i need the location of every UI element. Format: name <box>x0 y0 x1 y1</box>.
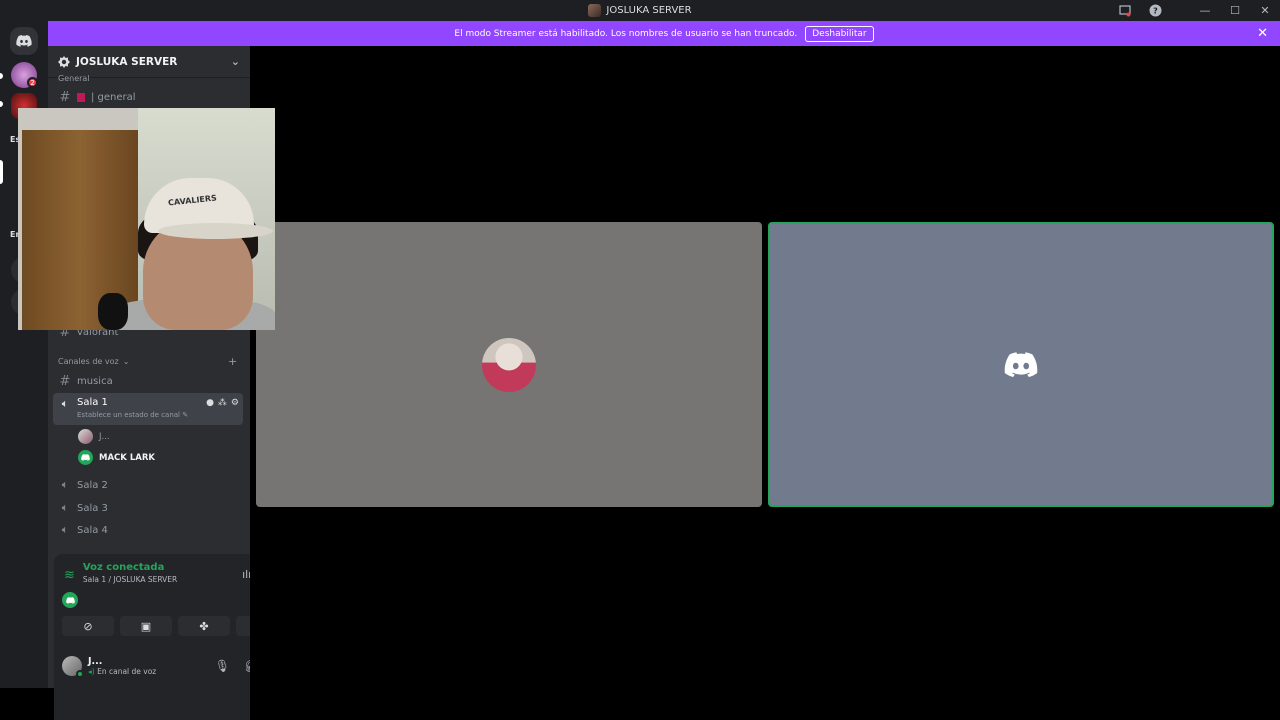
title-bar: JOSLUKA SERVER ? — ☐ ✕ <box>0 0 1280 21</box>
voice-channel-sala-4[interactable]: 🔈︎ Sala 4 <box>53 520 243 540</box>
activities-button[interactable]: ✤ <box>178 616 230 636</box>
user-status-text: En canal de voz <box>97 667 157 676</box>
maximize-icon[interactable]: ☐ <box>1220 0 1250 21</box>
invite-icon[interactable]: ⁂ <box>218 398 227 408</box>
voice-channel-sala-1[interactable]: 🔈︎ Sala 1 Establece un estado de canal ✎… <box>53 393 243 425</box>
help-icon[interactable]: ? <box>1140 0 1170 21</box>
avatar <box>78 429 93 444</box>
discord-logo-icon <box>16 35 32 47</box>
window-title: JOSLUKA SERVER <box>588 4 692 17</box>
channel-general-label: | general <box>91 91 136 103</box>
chat-icon[interactable]: ● <box>206 398 214 408</box>
hash-icon: # <box>59 89 71 105</box>
inbox-icon[interactable] <box>1110 0 1140 21</box>
participant-tile[interactable] <box>256 222 762 507</box>
pencil-icon: ✎ <box>182 411 189 419</box>
username: J... <box>88 656 103 667</box>
speaker-icon: 🔈︎ <box>61 478 69 491</box>
channel-musica[interactable]: # musica <box>53 371 243 391</box>
mention-badge: 2 <box>27 77 38 88</box>
voice-location[interactable]: Sala 1 / JOSLUKA SERVER <box>83 575 177 584</box>
svg-text:?: ? <box>1153 7 1158 16</box>
streamer-mode-banner: El modo Streamer está habilitado. Los no… <box>48 21 1280 46</box>
voice-member[interactable]: J... <box>78 429 110 444</box>
channel-general[interactable]: # | general <box>53 87 243 107</box>
chevron-down-icon: ⌄ <box>122 357 130 366</box>
voice-channel-sala-1-label: Sala 1 <box>77 397 108 408</box>
participant-avatar <box>482 337 536 392</box>
channel-status-text: Establece un estado de canal <box>77 411 181 419</box>
selected-indicator <box>0 160 3 184</box>
webcam-cap-brim <box>158 223 273 239</box>
discord-logo-icon <box>1004 351 1038 377</box>
book-emoji-icon <box>77 92 85 102</box>
voice-channel-label: Sala 4 <box>77 524 108 536</box>
speaker-icon: 🔈︎ <box>61 397 69 410</box>
voice-channel-sala-2[interactable]: 🔈︎ Sala 2 <box>53 475 243 495</box>
add-channel-icon[interactable]: + <box>228 355 237 368</box>
voice-channel-label: Sala 3 <box>77 502 108 514</box>
member-name: J... <box>99 431 110 442</box>
category-voice-label: Canales de voz <box>58 357 119 366</box>
gear-icon[interactable]: ⚙ <box>231 398 239 408</box>
window-title-text: JOSLUKA SERVER <box>606 5 692 16</box>
category-general-label: General <box>58 74 90 83</box>
server-badge-icon <box>58 55 70 68</box>
close-window-icon[interactable]: ✕ <box>1250 0 1280 21</box>
close-banner-icon[interactable]: ✕ <box>1257 26 1268 41</box>
webcam-overlay: CAVALIERS <box>18 108 275 330</box>
chevron-down-icon: ⌄ <box>230 55 240 68</box>
voice-member[interactable]: MACK LARK <box>78 450 155 465</box>
unread-indicator <box>0 73 3 79</box>
server-name: JOSLUKA SERVER <box>76 55 178 68</box>
participant-tile-speaking[interactable] <box>768 222 1274 507</box>
voice-status[interactable]: Voz conectada <box>83 562 177 573</box>
activity-icon[interactable] <box>62 592 78 608</box>
member-name: MACK LARK <box>99 452 155 463</box>
category-voice[interactable]: Canales de voz ⌄ + <box>58 355 240 368</box>
voice-channel-label: Sala 2 <box>77 479 108 491</box>
webcam-microphone <box>98 293 128 330</box>
channel-musica-label: musica <box>77 375 113 387</box>
minimize-icon[interactable]: — <box>1190 0 1220 21</box>
category-general[interactable]: General <box>58 74 90 83</box>
voice-stage <box>250 46 1280 720</box>
speaker-icon: ◂) <box>88 667 95 676</box>
hash-icon: # <box>59 373 71 389</box>
speaker-icon: 🔈︎ <box>61 523 69 536</box>
online-status-dot <box>76 670 84 678</box>
banner-message: El modo Streamer está habilitado. Los no… <box>454 28 798 39</box>
discord-avatar-icon <box>78 450 93 465</box>
server-thumbnail <box>588 4 602 17</box>
microphone-icon[interactable]: 🎙︎ <box>215 659 230 673</box>
camera-off-button[interactable]: ⊘ <box>62 616 114 636</box>
speaker-icon: 🔈︎ <box>61 501 69 514</box>
screen-share-button[interactable]: ▣ <box>120 616 172 636</box>
channel-status-prompt[interactable]: Establece un estado de canal ✎ <box>77 411 188 419</box>
voice-channel-sala-3[interactable]: 🔈︎ Sala 3 <box>53 498 243 518</box>
unread-indicator-2 <box>0 101 3 107</box>
signal-icon[interactable]: ≋ <box>64 568 75 584</box>
user-avatar[interactable] <box>62 656 84 678</box>
home-button[interactable] <box>10 27 38 55</box>
disable-streamer-button[interactable]: Deshabilitar <box>805 25 874 42</box>
user-status: ◂) En canal de voz <box>88 667 156 676</box>
